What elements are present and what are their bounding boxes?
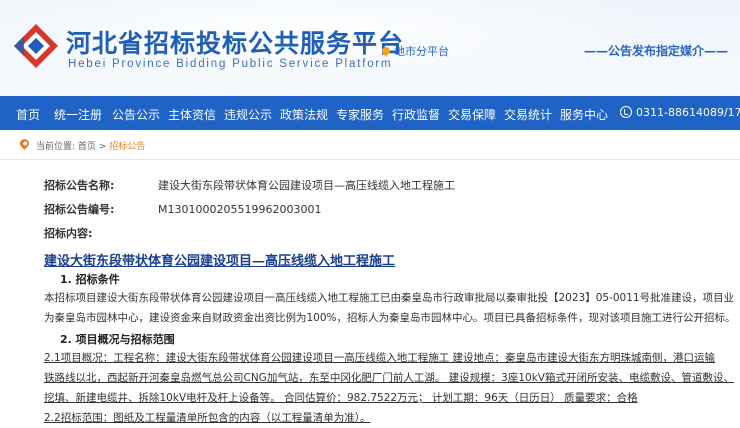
section-2-line-1: 2.1项目概况：工程名称：建设大街东段带状体育公园建设项目一高压线缆入地工程施工… — [44, 352, 716, 364]
breadcrumb-current[interactable]: 招标公告 — [109, 142, 145, 152]
hotline-number: 0311-88614089/176/16 — [636, 106, 740, 119]
nav-announcements[interactable]: 公告公示 — [112, 106, 160, 123]
nav-credit[interactable]: 主体资信 — [168, 106, 216, 123]
hotline: 0311-88614089/176/16 — [620, 106, 740, 119]
notice-content-label: 招标内容: — [44, 227, 93, 240]
nav-policy[interactable]: 政策法规 — [280, 106, 328, 123]
nav-service[interactable]: 服务中心 — [560, 106, 608, 123]
location-pin-icon — [18, 137, 31, 150]
site-logo-icon — [14, 24, 58, 68]
nav-home[interactable]: 首页 — [16, 106, 40, 123]
nav-statistics[interactable]: 交易统计 — [504, 106, 552, 123]
nav-violations[interactable]: 违规公示 — [224, 106, 272, 123]
site-header: 河北省招标投标公共服务平台 Hebei Province Bidding Pub… — [0, 0, 740, 96]
city-platform-link[interactable]: 地市分平台 — [380, 43, 449, 59]
notice-name-row: 招标公告名称: 建设大街东段带状体育公园建设项目—高压线缆入地工程施工 — [44, 177, 455, 193]
section-1-title: 1. 招标条件 — [60, 273, 120, 286]
nav-supervision[interactable]: 行政监督 — [392, 106, 440, 123]
media-notice: ——公告发布指定媒介—— — [584, 44, 729, 58]
nav-register[interactable]: 统一注册 — [54, 106, 102, 123]
document-title: 建设大街东段带状体育公园建设项目—高压线缆入地工程施工 — [44, 254, 396, 269]
location-pin-icon — [380, 45, 392, 57]
notice-name-label: 招标公告名称: — [44, 179, 115, 192]
breadcrumb-home[interactable]: 首页 — [78, 142, 96, 152]
section-2-line-4: 2.2招标范围：图纸及工程量清单所包含的内容（以工程量清单为准）。 — [44, 412, 371, 424]
breadcrumb-prefix: 当前位置: — [36, 142, 76, 152]
notice-number-row: 招标公告编号: M1301000205519962003001 — [44, 201, 321, 217]
notice-number-label: 招标公告编号: — [44, 203, 115, 216]
site-title: 河北省招标投标公共服务平台 — [66, 29, 405, 58]
breadcrumb: 当前位置: 首页 > 招标公告 — [0, 130, 740, 160]
nav-security[interactable]: 交易保障 — [448, 106, 496, 123]
section-1-line-2: 为秦皇岛市园林中心，建设资金来自财政资金出资比例为100%，招标人为秦皇岛市园林… — [44, 312, 734, 324]
main-nav: 首页 统一注册 公告公示 主体资信 违规公示 政策法规 专家服务 行政监督 交易… — [0, 96, 740, 130]
phone-icon — [620, 106, 632, 118]
section-2-line-3: 挖填、新建电缆井、拆除10kV电杆及杆上设备等。 合同估算价：982.7522万… — [44, 392, 638, 404]
breadcrumb-separator: > — [98, 142, 107, 152]
notice-number-value: M1301000205519962003001 — [158, 203, 322, 216]
notice-name-value: 建设大街东段带状体育公园建设项目—高压线缆入地工程施工 — [158, 179, 455, 192]
notice-content-row: 招标内容: — [44, 225, 158, 241]
section-1-line-1: 本招标项目建设大街东段带状体育公园建设项目一高压线缆入地工程施工已由秦皇岛市行政… — [44, 292, 734, 304]
section-2-line-2: 铁路线以北，西起新开河秦皇岛燃气总公司CNG加气站，东至中冈化肥厂门前人工湖。 … — [44, 372, 734, 384]
section-2-title: 2. 项目概况与招标范围 — [60, 333, 175, 346]
nav-expert[interactable]: 专家服务 — [336, 106, 384, 123]
site-subtitle: Hebei Province Bidding Public Service Pl… — [68, 58, 393, 70]
city-platform-label: 地市分平台 — [394, 45, 449, 58]
breadcrumb-text: 当前位置: 首页 > 招标公告 — [36, 139, 145, 152]
